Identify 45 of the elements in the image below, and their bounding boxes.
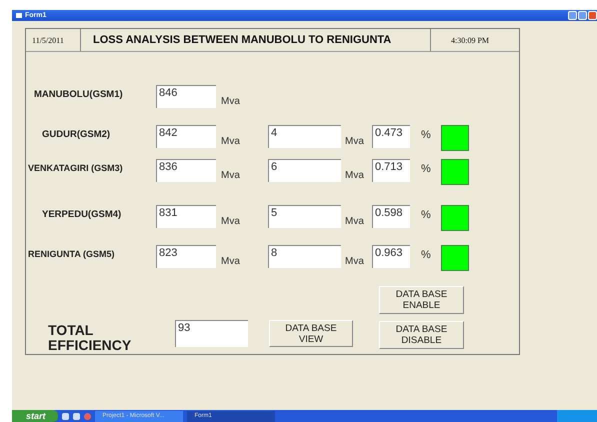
unit-label: Mva (345, 170, 364, 181)
time-label: 4:30:09 PM (450, 34, 490, 46)
unit-label: Mva (221, 136, 240, 147)
unit-label: Mva (221, 96, 240, 107)
unit-label: Mva (221, 170, 240, 181)
total-efficiency-label: TOTAL EFFICIENCY (48, 323, 132, 353)
form-heading: LOSS ANALYSIS BETWEEN MANUBOLU TO RENIGUNTA (81, 29, 431, 51)
unit-label: Mva (345, 216, 364, 227)
percent-label: % (421, 163, 431, 175)
minimize-button[interactable] (568, 11, 577, 20)
database-enable-button[interactable]: DATA BASE ENABLE (379, 286, 464, 314)
power-field[interactable]: 842 (156, 125, 216, 148)
system-tray (557, 410, 597, 422)
power-field[interactable]: 823 (156, 245, 216, 268)
unit-label: Mva (221, 216, 240, 227)
station-label: YERPEDU(GSM4) (42, 209, 122, 220)
station-label: RENIGUNTA (GSM5) (28, 249, 114, 259)
percent-field[interactable]: 0.473 (372, 125, 410, 148)
percent-label: % (421, 249, 431, 261)
database-disable-button[interactable]: DATA BASE DISABLE (379, 321, 464, 349)
start-button[interactable]: start (12, 410, 58, 422)
date-label: 11/5/2011 (26, 29, 81, 51)
percent-field[interactable]: 0.713 (372, 159, 410, 182)
percent-field[interactable]: 0.598 (372, 205, 410, 228)
maximize-button[interactable] (578, 11, 587, 20)
efficiency-field[interactable]: 93 (175, 320, 248, 347)
percent-label: % (421, 129, 431, 141)
loss-field[interactable]: 5 (268, 205, 341, 228)
station-label: MANUBOLU(GSM1) (34, 89, 123, 100)
loss-field[interactable]: 6 (268, 159, 341, 182)
unit-label: Mva (221, 256, 240, 267)
percent-field[interactable]: 0.963 (372, 245, 410, 268)
unit-label: Mva (345, 136, 364, 147)
power-field[interactable]: 846 (156, 85, 216, 108)
station-label: VENKATAGIRI (GSM3) (28, 163, 123, 173)
unit-label: Mva (345, 256, 364, 267)
percent-label: % (421, 209, 431, 221)
loss-field[interactable]: 8 (268, 245, 341, 268)
database-view-button[interactable]: DATA BASE VIEW (269, 320, 353, 347)
close-button[interactable] (588, 11, 597, 20)
power-field[interactable]: 836 (156, 159, 216, 182)
station-label: GUDUR(GSM2) (42, 129, 110, 140)
loss-field[interactable]: 4 (268, 125, 341, 148)
power-field[interactable]: 831 (156, 205, 216, 228)
window-icon (16, 13, 22, 18)
